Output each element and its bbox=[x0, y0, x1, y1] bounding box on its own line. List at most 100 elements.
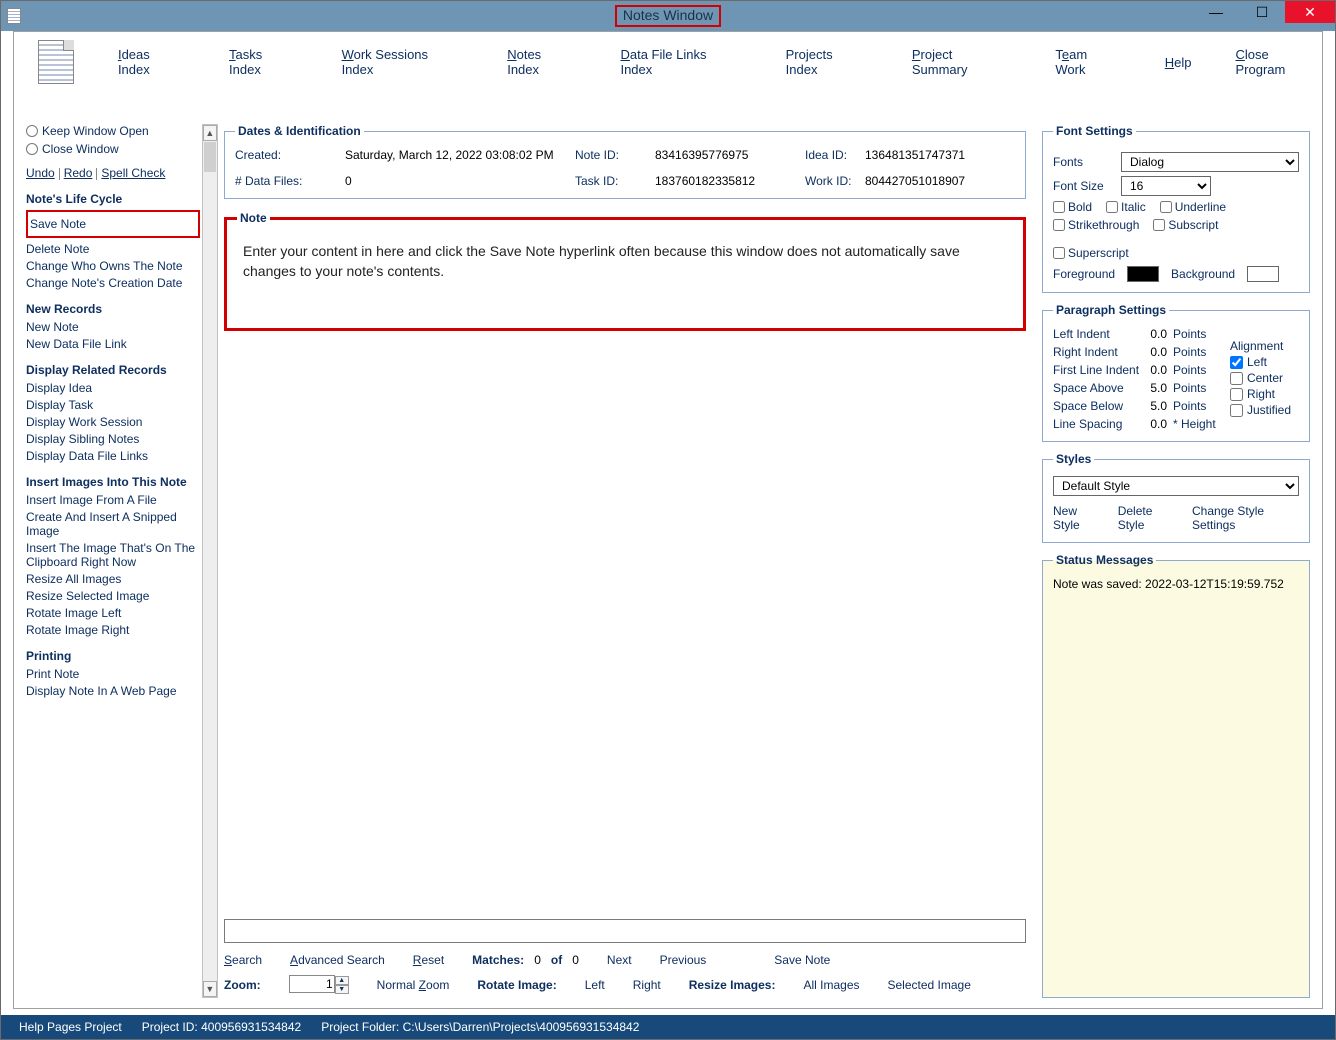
delete-style-link[interactable]: Delete Style bbox=[1118, 504, 1176, 532]
change-style-link[interactable]: Change Style Settings bbox=[1192, 504, 1299, 532]
menu-data-file-links[interactable]: Data File Links Index bbox=[620, 47, 741, 77]
resize-all-link[interactable]: All Images bbox=[803, 978, 859, 992]
rotate-image-left-link[interactable]: Rotate Image Left bbox=[26, 606, 200, 620]
display-task-link[interactable]: Display Task bbox=[26, 398, 200, 412]
insert-image-file-link[interactable]: Insert Image From A File bbox=[26, 493, 200, 507]
menu-tasks-index[interactable]: Tasks Index bbox=[229, 47, 298, 77]
normal-zoom-link[interactable]: Normal Zoom bbox=[377, 978, 450, 992]
noteid-value: 83416395776975 bbox=[655, 148, 805, 162]
left-indent-value: 0.0 bbox=[1143, 327, 1173, 341]
spellcheck-link[interactable]: Spell Check bbox=[101, 166, 165, 180]
note-editor[interactable]: Enter your content in here and click the… bbox=[237, 235, 1013, 281]
fontsize-label: Font Size bbox=[1053, 179, 1113, 193]
right-indent-label: Right Indent bbox=[1053, 345, 1143, 359]
align-justified-checkbox[interactable]: Justified bbox=[1230, 403, 1291, 417]
menu-projects-index[interactable]: Projects Index bbox=[786, 47, 868, 77]
scroll-up-icon[interactable]: ▲ bbox=[203, 125, 217, 141]
close-button[interactable]: ✕ bbox=[1285, 1, 1335, 23]
right-indent-value: 0.0 bbox=[1143, 345, 1173, 359]
resize-selected-link[interactable]: Selected Image bbox=[888, 978, 971, 992]
styles-select[interactable]: Default Style bbox=[1053, 476, 1299, 496]
delete-note-link[interactable]: Delete Note bbox=[26, 242, 200, 256]
italic-checkbox[interactable]: Italic bbox=[1106, 200, 1146, 214]
sidebar-scrollbar[interactable]: ▲ ▼ bbox=[202, 124, 218, 998]
insert-snipped-image-link[interactable]: Create And Insert A Snipped Image bbox=[26, 510, 200, 538]
left-indent-label: Left Indent bbox=[1053, 327, 1143, 341]
next-link[interactable]: Next bbox=[607, 953, 632, 967]
reset-link[interactable]: Reset bbox=[413, 953, 444, 967]
menu-notes-index[interactable]: Notes Index bbox=[507, 47, 576, 77]
datafiles-value: 0 bbox=[345, 174, 575, 188]
background-swatch[interactable] bbox=[1247, 266, 1279, 282]
menu-work-sessions[interactable]: Work Sessions Index bbox=[342, 47, 464, 77]
display-idea-link[interactable]: Display Idea bbox=[26, 381, 200, 395]
resize-all-images-link[interactable]: Resize All Images bbox=[26, 572, 200, 586]
display-data-file-links-link[interactable]: Display Data File Links bbox=[26, 449, 200, 463]
rotate-right-link[interactable]: Right bbox=[633, 978, 661, 992]
minimize-button[interactable]: — bbox=[1193, 1, 1239, 23]
radio-keep-window-open[interactable]: Keep Window Open bbox=[26, 124, 200, 138]
scroll-down-icon[interactable]: ▼ bbox=[203, 981, 217, 997]
status-projectid-value: 400956931534842 bbox=[201, 1020, 301, 1034]
subscript-checkbox[interactable]: Subscript bbox=[1153, 218, 1218, 232]
change-owner-link[interactable]: Change Who Owns The Note bbox=[26, 259, 200, 273]
spin-down-icon[interactable]: ▼ bbox=[335, 985, 349, 994]
resize-selected-image-link[interactable]: Resize Selected Image bbox=[26, 589, 200, 603]
advanced-search-link[interactable]: Advanced Search bbox=[290, 953, 385, 967]
window-title: Notes Window bbox=[615, 5, 721, 27]
ideaid-value: 136481351747371 bbox=[865, 148, 1015, 162]
status-legend: Status Messages bbox=[1053, 553, 1156, 567]
menu-team-work[interactable]: Team Work bbox=[1055, 47, 1120, 77]
dates-identification-group: Dates & Identification Created: Saturday… bbox=[224, 124, 1026, 199]
taskid-value: 183760182335812 bbox=[655, 174, 805, 188]
note-area-blank[interactable] bbox=[224, 343, 1026, 913]
redo-link[interactable]: Redo bbox=[64, 166, 93, 180]
scroll-thumb[interactable] bbox=[204, 142, 216, 172]
strikethrough-checkbox[interactable]: Strikethrough bbox=[1053, 218, 1139, 232]
rotate-left-link[interactable]: Left bbox=[585, 978, 605, 992]
status-bar: Help Pages Project Project ID: 400956931… bbox=[1, 1015, 1335, 1039]
styles-group: Styles Default Style New Style Delete St… bbox=[1042, 452, 1310, 543]
matches-value: 0 bbox=[534, 953, 541, 967]
align-center-checkbox[interactable]: Center bbox=[1230, 371, 1291, 385]
new-note-link[interactable]: New Note bbox=[26, 320, 200, 334]
change-date-link[interactable]: Change Note's Creation Date bbox=[26, 276, 200, 290]
superscript-checkbox[interactable]: Superscript bbox=[1053, 246, 1129, 260]
display-web-link[interactable]: Display Note In A Web Page bbox=[26, 684, 200, 698]
foreground-swatch[interactable] bbox=[1127, 266, 1159, 282]
fontsize-select[interactable]: 16 bbox=[1121, 176, 1211, 196]
display-work-session-link[interactable]: Display Work Session bbox=[26, 415, 200, 429]
save-note-link-bottom[interactable]: Save Note bbox=[774, 953, 830, 967]
rotate-label: Rotate Image: bbox=[477, 978, 556, 992]
insert-clipboard-image-link[interactable]: Insert The Image That's On The Clipboard… bbox=[26, 541, 196, 569]
align-right-checkbox[interactable]: Right bbox=[1230, 387, 1291, 401]
rotate-image-right-link[interactable]: Rotate Image Right bbox=[26, 623, 200, 637]
menu-ideas-index[interactable]: Ideas Index bbox=[118, 47, 185, 77]
spin-up-icon[interactable]: ▲ bbox=[335, 976, 349, 985]
status-project-name: Help Pages Project bbox=[19, 1020, 122, 1034]
print-note-link[interactable]: Print Note bbox=[26, 667, 200, 681]
menu-close-program[interactable]: Close Program bbox=[1235, 47, 1322, 77]
radio-close-window[interactable]: Close Window bbox=[26, 142, 200, 156]
underline-checkbox[interactable]: Underline bbox=[1160, 200, 1226, 214]
save-note-link[interactable]: Save Note bbox=[30, 217, 196, 231]
search-link[interactable]: Search bbox=[224, 953, 262, 967]
maximize-button[interactable]: ☐ bbox=[1239, 1, 1285, 23]
para-legend: Paragraph Settings bbox=[1053, 303, 1169, 317]
bold-checkbox[interactable]: Bold bbox=[1053, 200, 1092, 214]
space-above-value: 5.0 bbox=[1143, 381, 1173, 395]
search-input[interactable] bbox=[224, 919, 1026, 943]
menu-help[interactable]: Help bbox=[1165, 55, 1192, 70]
display-sibling-notes-link[interactable]: Display Sibling Notes bbox=[26, 432, 200, 446]
menu-project-summary[interactable]: Project Summary bbox=[912, 47, 1012, 77]
right-panel: Font Settings FontsDialog Font Size16 Bo… bbox=[1042, 124, 1310, 998]
new-data-file-link[interactable]: New Data File Link bbox=[26, 337, 200, 351]
undo-link[interactable]: Undo bbox=[26, 166, 55, 180]
zoom-input[interactable] bbox=[289, 975, 335, 993]
fonts-select[interactable]: Dialog bbox=[1121, 152, 1299, 172]
new-style-link[interactable]: New Style bbox=[1053, 504, 1102, 532]
previous-link[interactable]: Previous bbox=[660, 953, 707, 967]
align-left-checkbox[interactable]: Left bbox=[1230, 355, 1291, 369]
status-folder-value: C:\Users\Darren\Projects\400956931534842 bbox=[403, 1020, 640, 1034]
radio-label: Keep Window Open bbox=[42, 124, 149, 138]
